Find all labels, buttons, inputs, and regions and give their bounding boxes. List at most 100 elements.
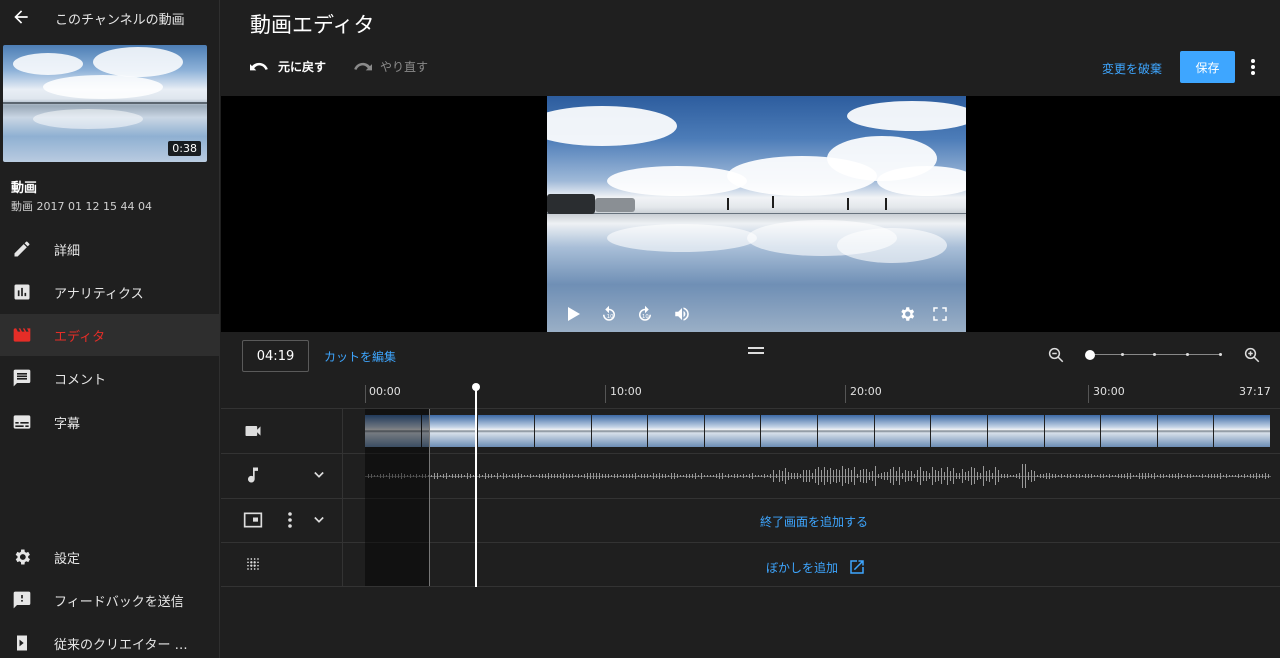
- save-button[interactable]: 保存: [1180, 51, 1235, 83]
- zoom-step-marker: [1186, 353, 1189, 356]
- waveform-bar: [914, 473, 915, 479]
- more-vert-icon[interactable]: [1245, 57, 1261, 77]
- waveform-bar: [833, 469, 834, 483]
- zoom-out-icon[interactable]: [1047, 346, 1065, 364]
- waveform-bar: [887, 471, 888, 481]
- more-vert-icon[interactable]: [280, 510, 300, 530]
- back-to-channel-videos[interactable]: このチャンネルの動画: [0, 0, 220, 34]
- waveform-bar: [731, 474, 732, 478]
- waveform-bar: [1193, 474, 1194, 478]
- waveform-bar: [467, 473, 468, 479]
- video-filmstrip[interactable]: [365, 415, 1271, 447]
- waveform-bar: [782, 471, 783, 481]
- fullscreen-icon[interactable]: [931, 305, 949, 323]
- add-blur-button[interactable]: ぼかしを追加: [766, 558, 866, 576]
- waveform-bar: [497, 473, 498, 479]
- drag-handle-icon[interactable]: [748, 347, 764, 355]
- waveform-bar: [791, 473, 792, 479]
- waveform-bar: [698, 474, 699, 478]
- waveform-bar: [599, 473, 600, 479]
- waveform-bar: [1100, 474, 1101, 478]
- waveform-bar: [653, 473, 654, 479]
- current-time-input[interactable]: 04:19: [242, 340, 309, 372]
- waveform-bar: [1022, 463, 1023, 489]
- discard-changes-button[interactable]: 変更を破棄: [1102, 60, 1162, 77]
- sidebar-item-editor[interactable]: エディタ: [0, 314, 220, 356]
- video-thumbnail[interactable]: 0:38: [3, 45, 207, 162]
- sidebar: このチャンネルの動画 0:38 動画 動画 2017 01 12 15 44 0…: [0, 0, 220, 658]
- open-external-icon: [850, 560, 864, 574]
- waveform-bar: [905, 470, 906, 482]
- settings-gear-icon[interactable]: [898, 305, 916, 323]
- filmstrip-frame: [648, 415, 705, 447]
- waveform-bar: [788, 471, 789, 481]
- waveform-bar: [1241, 474, 1242, 478]
- waveform-bar: [797, 472, 798, 480]
- waveform-bar: [920, 466, 921, 486]
- playhead[interactable]: [475, 387, 477, 587]
- waveform-bar: [839, 470, 840, 482]
- forward-10-icon[interactable]: 10: [636, 305, 654, 323]
- waveform-bar: [656, 474, 657, 478]
- waveform-bar: [779, 470, 780, 482]
- waveform-bar: [1214, 473, 1215, 479]
- sidebar-item-details[interactable]: 詳細: [0, 228, 220, 270]
- waveform-bar: [1157, 474, 1158, 478]
- waveform-bar: [530, 474, 531, 478]
- waveform-bar: [1088, 473, 1089, 479]
- sidebar-item-label: 詳細: [54, 243, 81, 259]
- waveform-bar: [926, 470, 927, 482]
- chevron-down-icon[interactable]: [309, 465, 329, 485]
- waveform-bar: [1253, 474, 1254, 478]
- add-end-screen-button[interactable]: 終了画面を追加する: [760, 513, 868, 530]
- sidebar-item-subtitles[interactable]: 字幕: [0, 401, 220, 443]
- chevron-down-icon[interactable]: [309, 510, 329, 530]
- sidebar-item-classic-studio[interactable]: 従来のクリエイター …: [0, 622, 220, 658]
- waveform-bar: [455, 473, 456, 479]
- waveform-bar: [1160, 474, 1161, 478]
- waveform-bar: [821, 470, 822, 482]
- edit-cut-button[interactable]: カットを編集: [324, 348, 396, 365]
- zoom-slider-track[interactable]: [1090, 354, 1222, 355]
- waveform-bar: [911, 471, 912, 481]
- waveform-bar: [518, 473, 519, 479]
- gear-icon: [11, 546, 33, 568]
- svg-text:10: 10: [607, 314, 614, 320]
- waveform-bar: [1130, 473, 1131, 479]
- waveform-bar: [1229, 474, 1230, 478]
- back-arrow-icon[interactable]: [11, 7, 31, 27]
- undo-button[interactable]: 元に戻す: [250, 58, 326, 75]
- playhead-knob[interactable]: [472, 383, 480, 391]
- waveform-bar: [611, 474, 612, 478]
- waveform-bar: [1205, 474, 1206, 478]
- analytics-icon: [11, 281, 33, 303]
- sidebar-item-settings[interactable]: 設定: [0, 536, 220, 578]
- zoom-in-icon[interactable]: [1243, 346, 1261, 364]
- waveform-bar: [734, 474, 735, 478]
- sidebar-item-analytics[interactable]: アナリティクス: [0, 271, 220, 313]
- subtitles-icon: [11, 411, 33, 433]
- waveform-bar: [1064, 474, 1065, 478]
- waveform-bar: [602, 473, 603, 479]
- waveform-bar: [503, 473, 504, 479]
- waveform-bar: [443, 474, 444, 478]
- volume-icon[interactable]: [673, 305, 691, 323]
- sidebar-item-comments[interactable]: コメント: [0, 357, 220, 399]
- waveform-bar: [830, 467, 831, 485]
- sidebar-item-label: 字幕: [54, 416, 81, 432]
- sidebar-item-label: エディタ: [54, 329, 106, 345]
- redo-button[interactable]: やり直す: [352, 58, 428, 75]
- play-icon[interactable]: [564, 305, 582, 323]
- rewind-10-icon[interactable]: 10: [600, 305, 618, 323]
- video-preview[interactable]: [547, 96, 966, 332]
- waveform-bar: [1058, 474, 1059, 478]
- sidebar-item-feedback[interactable]: フィードバックを送信: [0, 579, 220, 621]
- waveform-bar: [485, 473, 486, 479]
- waveform-bar: [431, 474, 432, 478]
- waveform-bar: [959, 472, 960, 480]
- waveform-bar: [1256, 473, 1257, 479]
- trimmed-region[interactable]: [365, 409, 430, 586]
- waveform-bar: [1001, 473, 1002, 479]
- filmstrip-frame: [1157, 415, 1215, 447]
- zoom-slider-knob[interactable]: [1085, 350, 1095, 360]
